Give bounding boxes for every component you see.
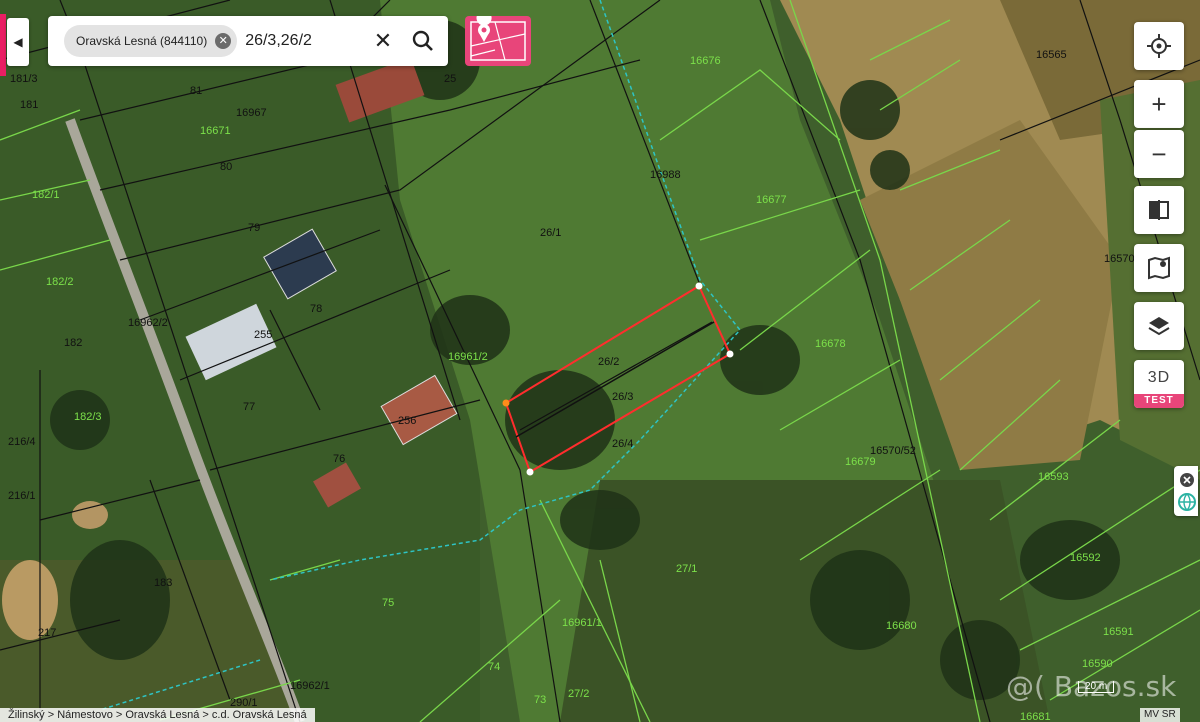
scale-bar: 20 m — [1078, 681, 1115, 693]
breadcrumb: Žilinský > Námestovo > Oravská Lesná > c… — [0, 708, 315, 722]
parcel-label: 181/3 — [10, 73, 38, 85]
zoom-in-icon: + — [1151, 88, 1167, 119]
parcel-label: 27/1 — [676, 563, 697, 575]
parcel-label: 216/4 — [8, 436, 36, 448]
parcel-label: 182 — [64, 337, 82, 349]
3d-button[interactable]: 3D TEST — [1134, 360, 1184, 408]
parcel-label: 16591 — [1103, 626, 1134, 638]
map-layers-icon — [1148, 256, 1170, 280]
zoom-out-icon: − — [1151, 138, 1167, 169]
parcel-label: 183 — [154, 577, 172, 589]
parcel-label: 216/1 — [8, 490, 36, 502]
parcel-label: 77 — [243, 401, 255, 413]
compare-button[interactable] — [1134, 186, 1184, 234]
parcel-label: 16678 — [815, 338, 846, 350]
side-widget[interactable] — [1174, 466, 1198, 516]
chevron-left-icon: ◀ — [13, 35, 23, 49]
map-type-button[interactable] — [1134, 244, 1184, 292]
zoom-in-button[interactable]: + — [1134, 80, 1184, 128]
parcel-label: 181 — [20, 99, 38, 111]
parcel-label: 16681 — [1020, 711, 1051, 722]
parcel-label: 79 — [248, 222, 260, 234]
locate-button[interactable] — [1134, 22, 1184, 70]
parcel-label: 16592 — [1070, 552, 1101, 564]
3d-label: 3D — [1147, 369, 1171, 386]
parcel-map-button[interactable] — [465, 10, 531, 66]
close-icon[interactable]: ✕ — [215, 33, 232, 49]
parcel-label: 73 — [534, 694, 546, 706]
search-button[interactable] — [410, 28, 436, 54]
parcel-map-icon — [470, 10, 526, 61]
parcel-label: 27/2 — [568, 688, 589, 700]
clear-search-button[interactable]: ✕ — [370, 28, 396, 54]
parcel-label: 75 — [382, 597, 394, 609]
compare-icon — [1149, 200, 1169, 220]
parcel-label: 25 — [444, 73, 456, 85]
parcel-label: 256 — [398, 415, 416, 427]
parcel-label: 16988 — [650, 169, 681, 181]
collapse-panel-button[interactable]: ◀ — [7, 18, 29, 66]
parcel-label: 26/1 — [540, 227, 561, 239]
parcel-label: 16962/1 — [290, 680, 330, 692]
search-icon — [412, 30, 433, 51]
parcel-label: 26/3 — [612, 391, 633, 403]
panel-accent-strip — [0, 14, 6, 76]
layers-button[interactable] — [1134, 302, 1184, 350]
parcel-label: 26/2 — [598, 356, 619, 368]
parcel-label: 255 — [254, 329, 272, 341]
parcel-label: 182/1 — [32, 189, 60, 201]
parcel-label: 16570/52 — [870, 445, 916, 457]
parcel-label: 182/3 — [74, 411, 102, 423]
attribution: MV SR — [1140, 708, 1180, 722]
parcel-label: 16961/2 — [448, 351, 488, 363]
layers-icon — [1148, 317, 1170, 336]
parcel-label: 16677 — [756, 194, 787, 206]
test-badge: TEST — [1134, 394, 1184, 408]
parcel-label: 16962/2 — [128, 317, 168, 329]
cadastral-area-chip[interactable]: Oravská Lesná (844110) ✕ — [64, 25, 238, 57]
parcel-label: 16593 — [1038, 471, 1069, 483]
parcel-label: 16961/1 — [562, 617, 602, 629]
parcel-label: 16570 — [1104, 253, 1135, 265]
parcel-label: 16676 — [690, 55, 721, 67]
parcel-label: 182/2 — [46, 276, 74, 288]
parcel-label: 16680 — [886, 620, 917, 632]
parcel-label: 16679 — [845, 456, 876, 468]
parcel-label: 217 — [38, 627, 56, 639]
parcel-label: 26/4 — [612, 438, 633, 450]
parcel-label: 74 — [488, 661, 500, 673]
parcel-label: 81 — [190, 85, 202, 97]
parcel-label: 16967 — [236, 107, 267, 119]
parcel-label: 80 — [220, 161, 232, 173]
search-box[interactable]: Oravská Lesná (844110) ✕ 26/3,26/2 ✕ — [48, 16, 448, 66]
parcel-label: 78 — [310, 303, 322, 315]
chip-label: Oravská Lesná (844110) — [76, 34, 208, 48]
parcel-label: 16671 — [200, 125, 231, 137]
locate-icon — [1147, 34, 1171, 58]
parcel-label: 16590 — [1082, 658, 1113, 670]
cadastral-map[interactable]: 181/3 181 81 16967 25 16565 80 16988 79 26/1 16570… — [0, 0, 1200, 722]
parcel-label: 16565 — [1036, 49, 1067, 61]
parcel-label: 76 — [333, 453, 345, 465]
zoom-out-button[interactable]: − — [1134, 130, 1184, 178]
search-input[interactable]: 26/3,26/2 — [245, 32, 312, 50]
